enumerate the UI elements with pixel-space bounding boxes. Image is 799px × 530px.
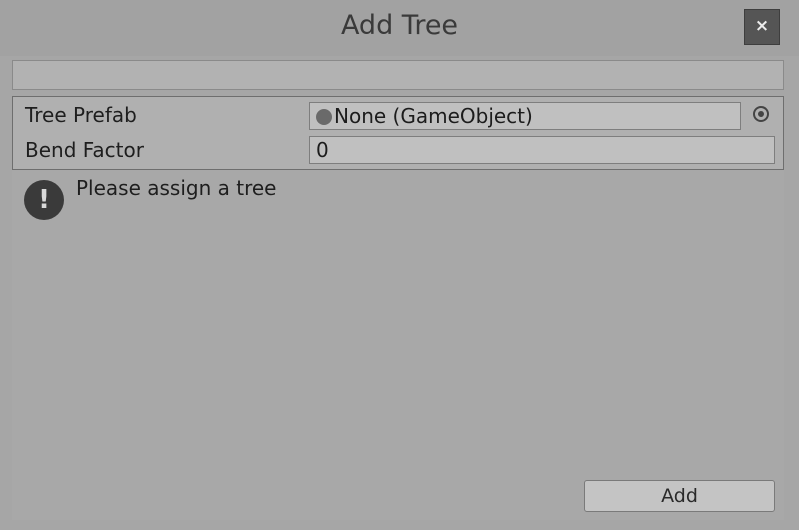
help-message: Please assign a tree [76, 176, 277, 200]
close-button[interactable]: × [744, 9, 780, 45]
properties-panel: Tree Prefab None (GameObject) Bend Facto… [12, 96, 784, 170]
warning-icon: ! [24, 180, 64, 220]
help-box: ! Please assign a tree [12, 170, 784, 520]
gameobject-icon [316, 109, 332, 125]
toolbar-strip [12, 60, 784, 90]
title-bar: Add Tree × [0, 0, 799, 56]
window-title: Add Tree [340, 10, 459, 41]
bend-factor-label: Bend Factor [25, 138, 144, 162]
bend-factor-field[interactable]: 0 [309, 136, 775, 164]
add-tree-dialog: Add Tree × Tree Prefab None (GameObject)… [0, 0, 799, 530]
add-button[interactable]: Add [584, 480, 775, 512]
bend-factor-value: 0 [316, 138, 329, 162]
tree-prefab-field[interactable]: None (GameObject) [309, 102, 741, 130]
object-picker-icon[interactable] [753, 106, 769, 122]
tree-prefab-label: Tree Prefab [25, 103, 137, 127]
tree-prefab-value: None (GameObject) [334, 104, 533, 128]
